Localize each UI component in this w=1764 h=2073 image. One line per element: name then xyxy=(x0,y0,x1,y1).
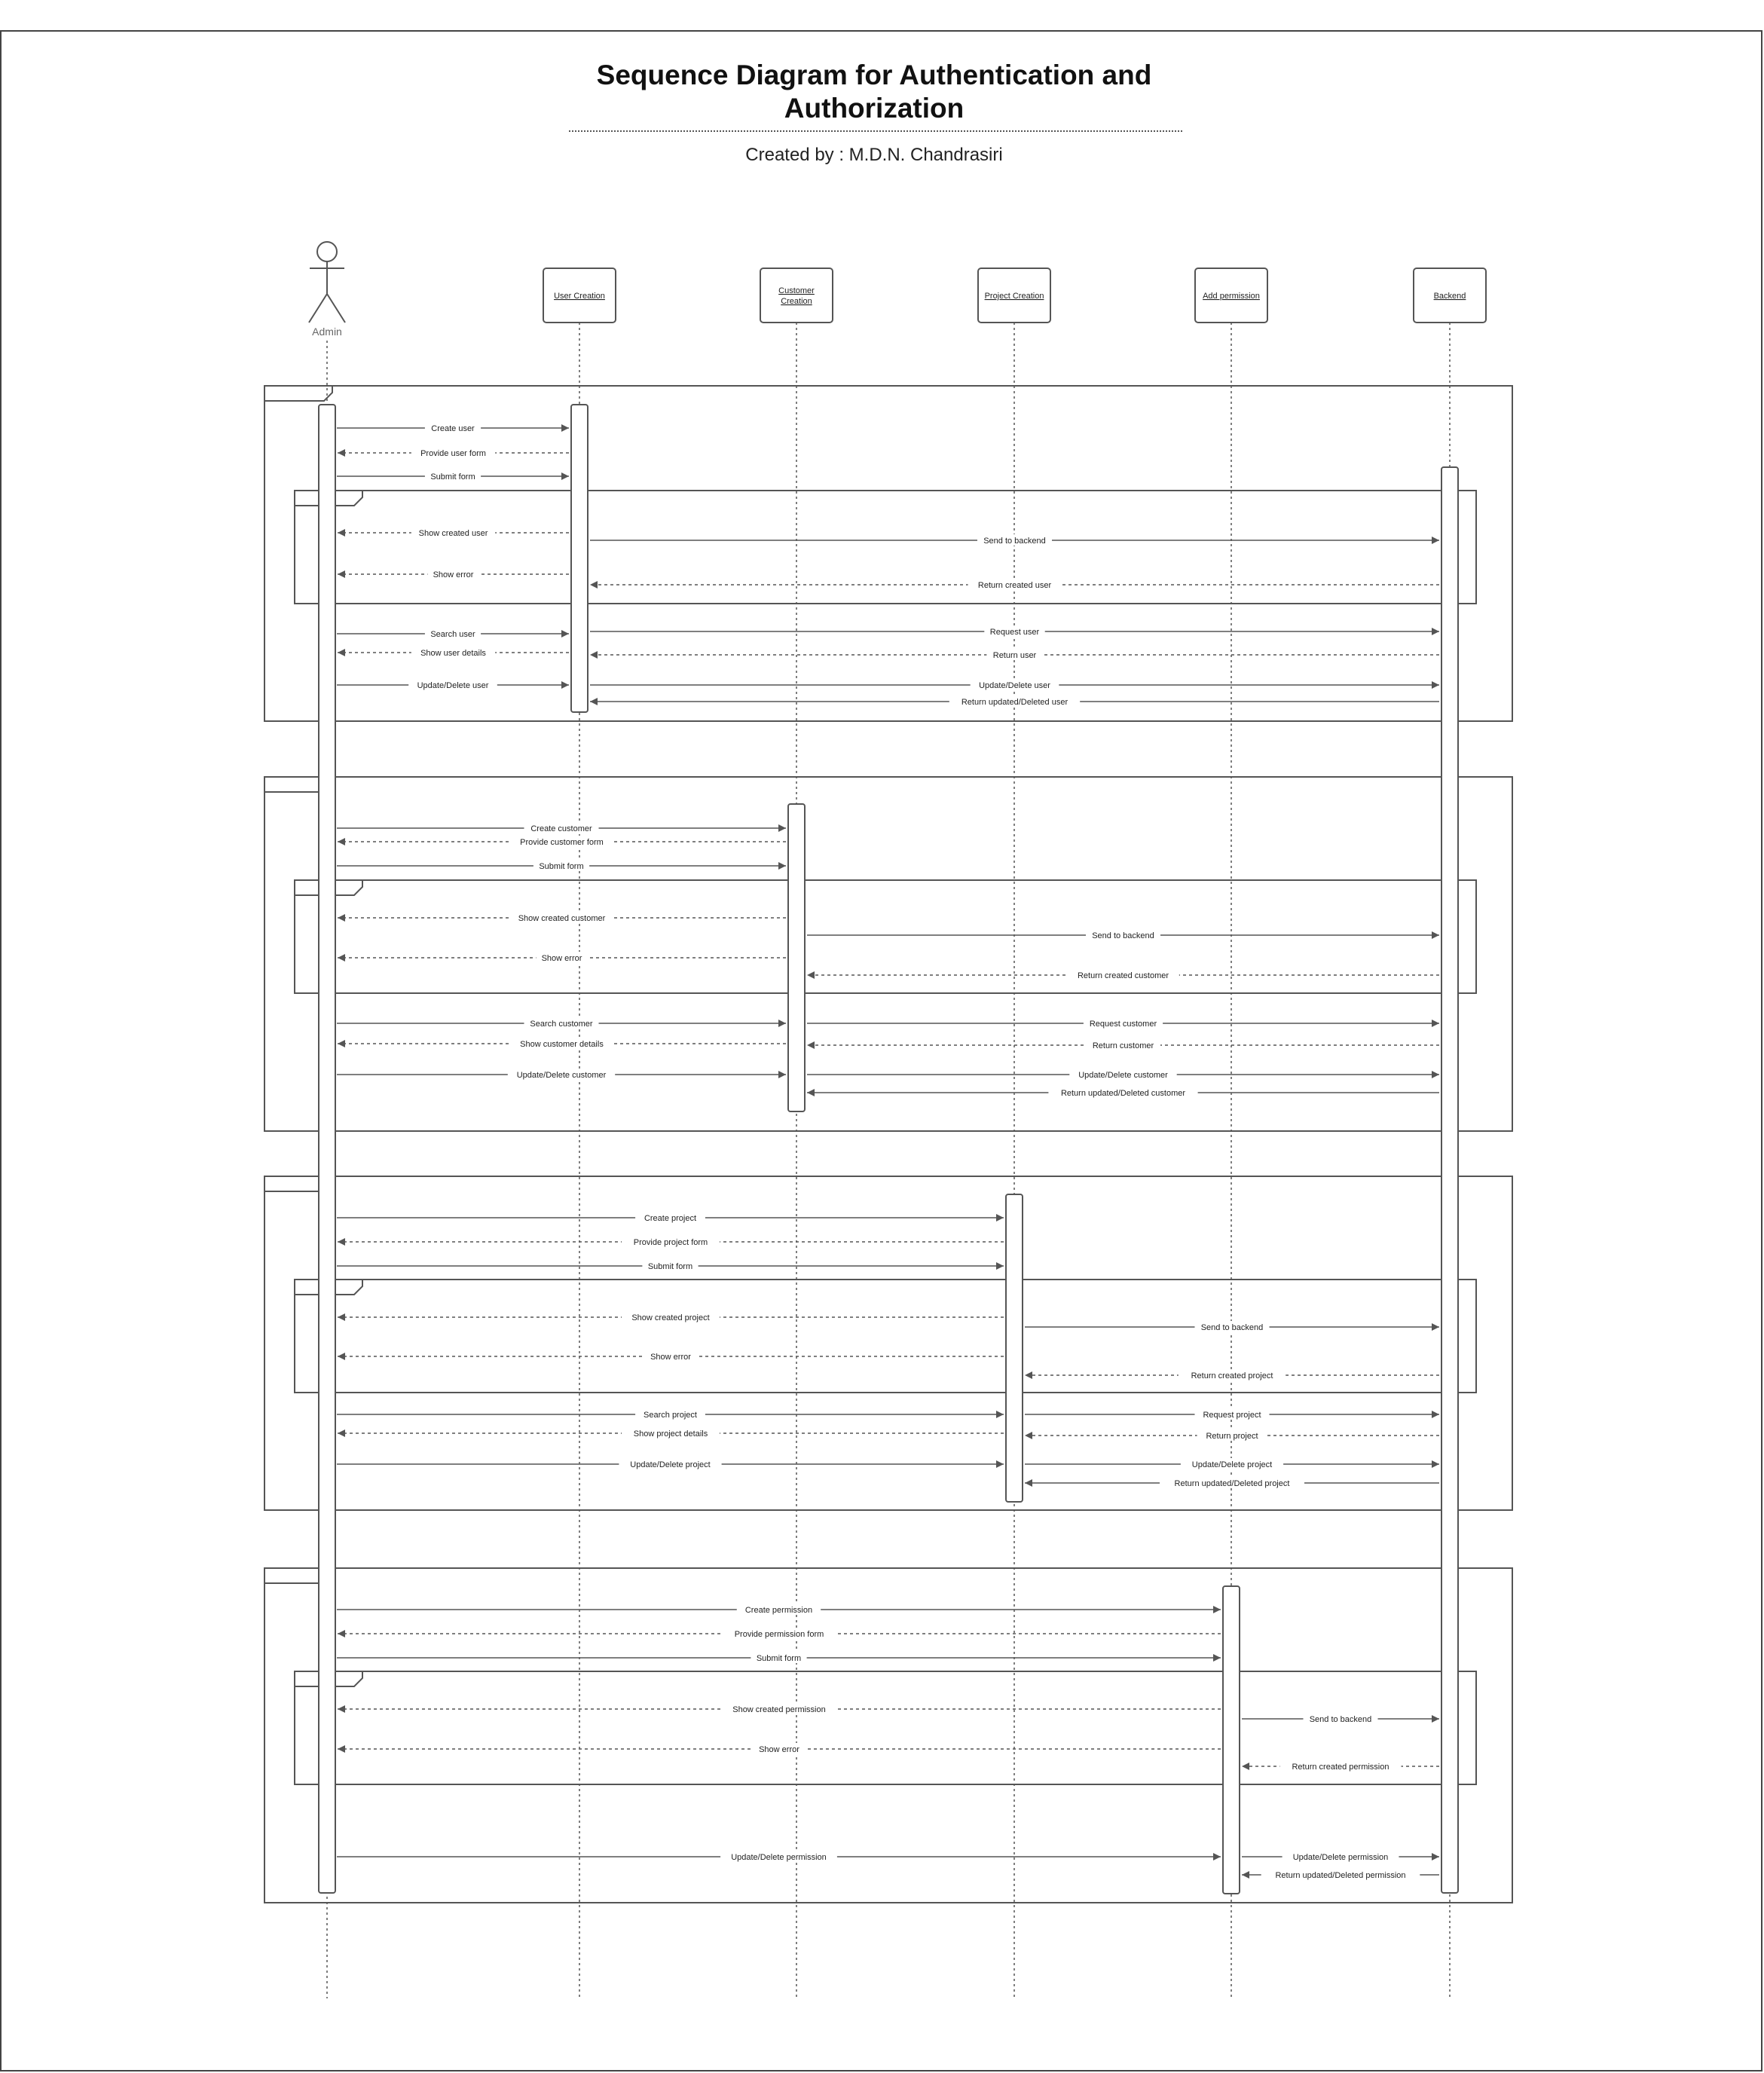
lifeline-label: Add permission xyxy=(1203,292,1260,301)
message-label: Update/Delete project xyxy=(630,1460,710,1469)
message-label: Return updated/Deleted user xyxy=(961,698,1068,707)
message-label: Submit form xyxy=(757,1654,801,1663)
message-label: Update/Delete customer xyxy=(1078,1071,1168,1080)
message-label: Show error xyxy=(542,954,582,963)
message-label: Return updated/Deleted project xyxy=(1175,1479,1290,1488)
message-label: Send to backend xyxy=(1092,931,1154,940)
message-label: Send to backend xyxy=(1201,1323,1264,1332)
activation-bar-add-permission xyxy=(1222,1585,1240,1894)
message-label: Return created permission xyxy=(1292,1763,1389,1772)
message-label: Provide customer form xyxy=(520,838,604,847)
message-label: Submit form xyxy=(648,1262,692,1271)
message-label: Show error xyxy=(650,1353,691,1362)
message-label: Send to backend xyxy=(1310,1715,1372,1724)
message-label: Provide permission form xyxy=(735,1630,824,1639)
message-label: Return created customer xyxy=(1078,971,1169,980)
message-label: Show created permission xyxy=(732,1705,826,1714)
message-label: Return created user xyxy=(978,581,1052,590)
section-frame xyxy=(264,1176,1513,1511)
message-label: Create permission xyxy=(745,1606,812,1615)
sequence-diagram-canvas: Admin User Creation Customer Creation Projec… xyxy=(264,241,1513,1998)
lifeline-label: Creation xyxy=(781,297,812,306)
activation-bar-customer-creation xyxy=(787,803,806,1112)
message-label: Create project xyxy=(644,1214,696,1223)
message-label: Submit form xyxy=(430,472,475,482)
lifeline-label: Customer xyxy=(778,286,815,295)
alt-frame xyxy=(294,879,1477,994)
section-frame-tab xyxy=(264,386,333,402)
stick-figure-actor-icon xyxy=(308,241,346,323)
message-label: Submit form xyxy=(539,862,583,871)
lifeline-box-customer-creation xyxy=(760,268,833,323)
message-label: Update/Delete permission xyxy=(731,1853,827,1862)
message-label: Show created customer xyxy=(518,914,606,923)
message-label: Search user xyxy=(430,630,475,639)
message-label: Request user xyxy=(990,628,1040,637)
message-label: Return user xyxy=(993,651,1037,660)
message-label: Update/Delete user xyxy=(979,681,1050,690)
message-label: Provide user form xyxy=(420,449,486,458)
message-label: Update/Delete user xyxy=(417,681,489,690)
lifeline-label: User Creation xyxy=(554,292,605,301)
message-label: Request project xyxy=(1203,1411,1261,1420)
message-label: Search customer xyxy=(530,1020,592,1029)
message-label: Return customer xyxy=(1093,1041,1154,1050)
message-label: Return created project xyxy=(1191,1371,1273,1380)
actor-label: Admin xyxy=(312,326,342,338)
message-label: Create customer xyxy=(530,824,592,833)
message-label: Update/Delete customer xyxy=(517,1071,607,1080)
message-label: Show error xyxy=(433,570,474,579)
lifeline-label: Backend xyxy=(1434,292,1466,301)
message-label: Update/Delete project xyxy=(1192,1460,1272,1469)
activation-bar-user-creation xyxy=(570,404,589,713)
message-label: Update/Delete permission xyxy=(1293,1853,1389,1862)
lifeline-label: Project Creation xyxy=(985,292,1044,301)
message-label: Return project xyxy=(1206,1432,1258,1441)
section-frame xyxy=(264,776,1513,1132)
message-label: Return updated/Deleted customer xyxy=(1061,1089,1185,1098)
alt-frame xyxy=(294,490,1477,604)
message-label: Send to backend xyxy=(983,537,1046,546)
message-label: Show error xyxy=(759,1745,799,1754)
message-label: Show user details xyxy=(420,649,486,658)
message-label: Create user xyxy=(431,424,475,433)
message-label: Search project xyxy=(644,1411,697,1420)
message-label: Request customer xyxy=(1090,1020,1157,1029)
activation-bar-backend xyxy=(1441,466,1459,1894)
message-label: Show customer details xyxy=(520,1040,604,1049)
activation-bar-admin xyxy=(318,404,336,1894)
message-label: Provide project form xyxy=(634,1238,708,1247)
message-label: Show created user xyxy=(419,529,488,538)
activation-bar-project-creation xyxy=(1005,1194,1023,1503)
message-label: Return updated/Deleted permission xyxy=(1275,1871,1405,1880)
message-label: Show project details xyxy=(634,1429,708,1439)
message-label: Show created project xyxy=(631,1313,709,1322)
section-frame xyxy=(264,385,1513,722)
